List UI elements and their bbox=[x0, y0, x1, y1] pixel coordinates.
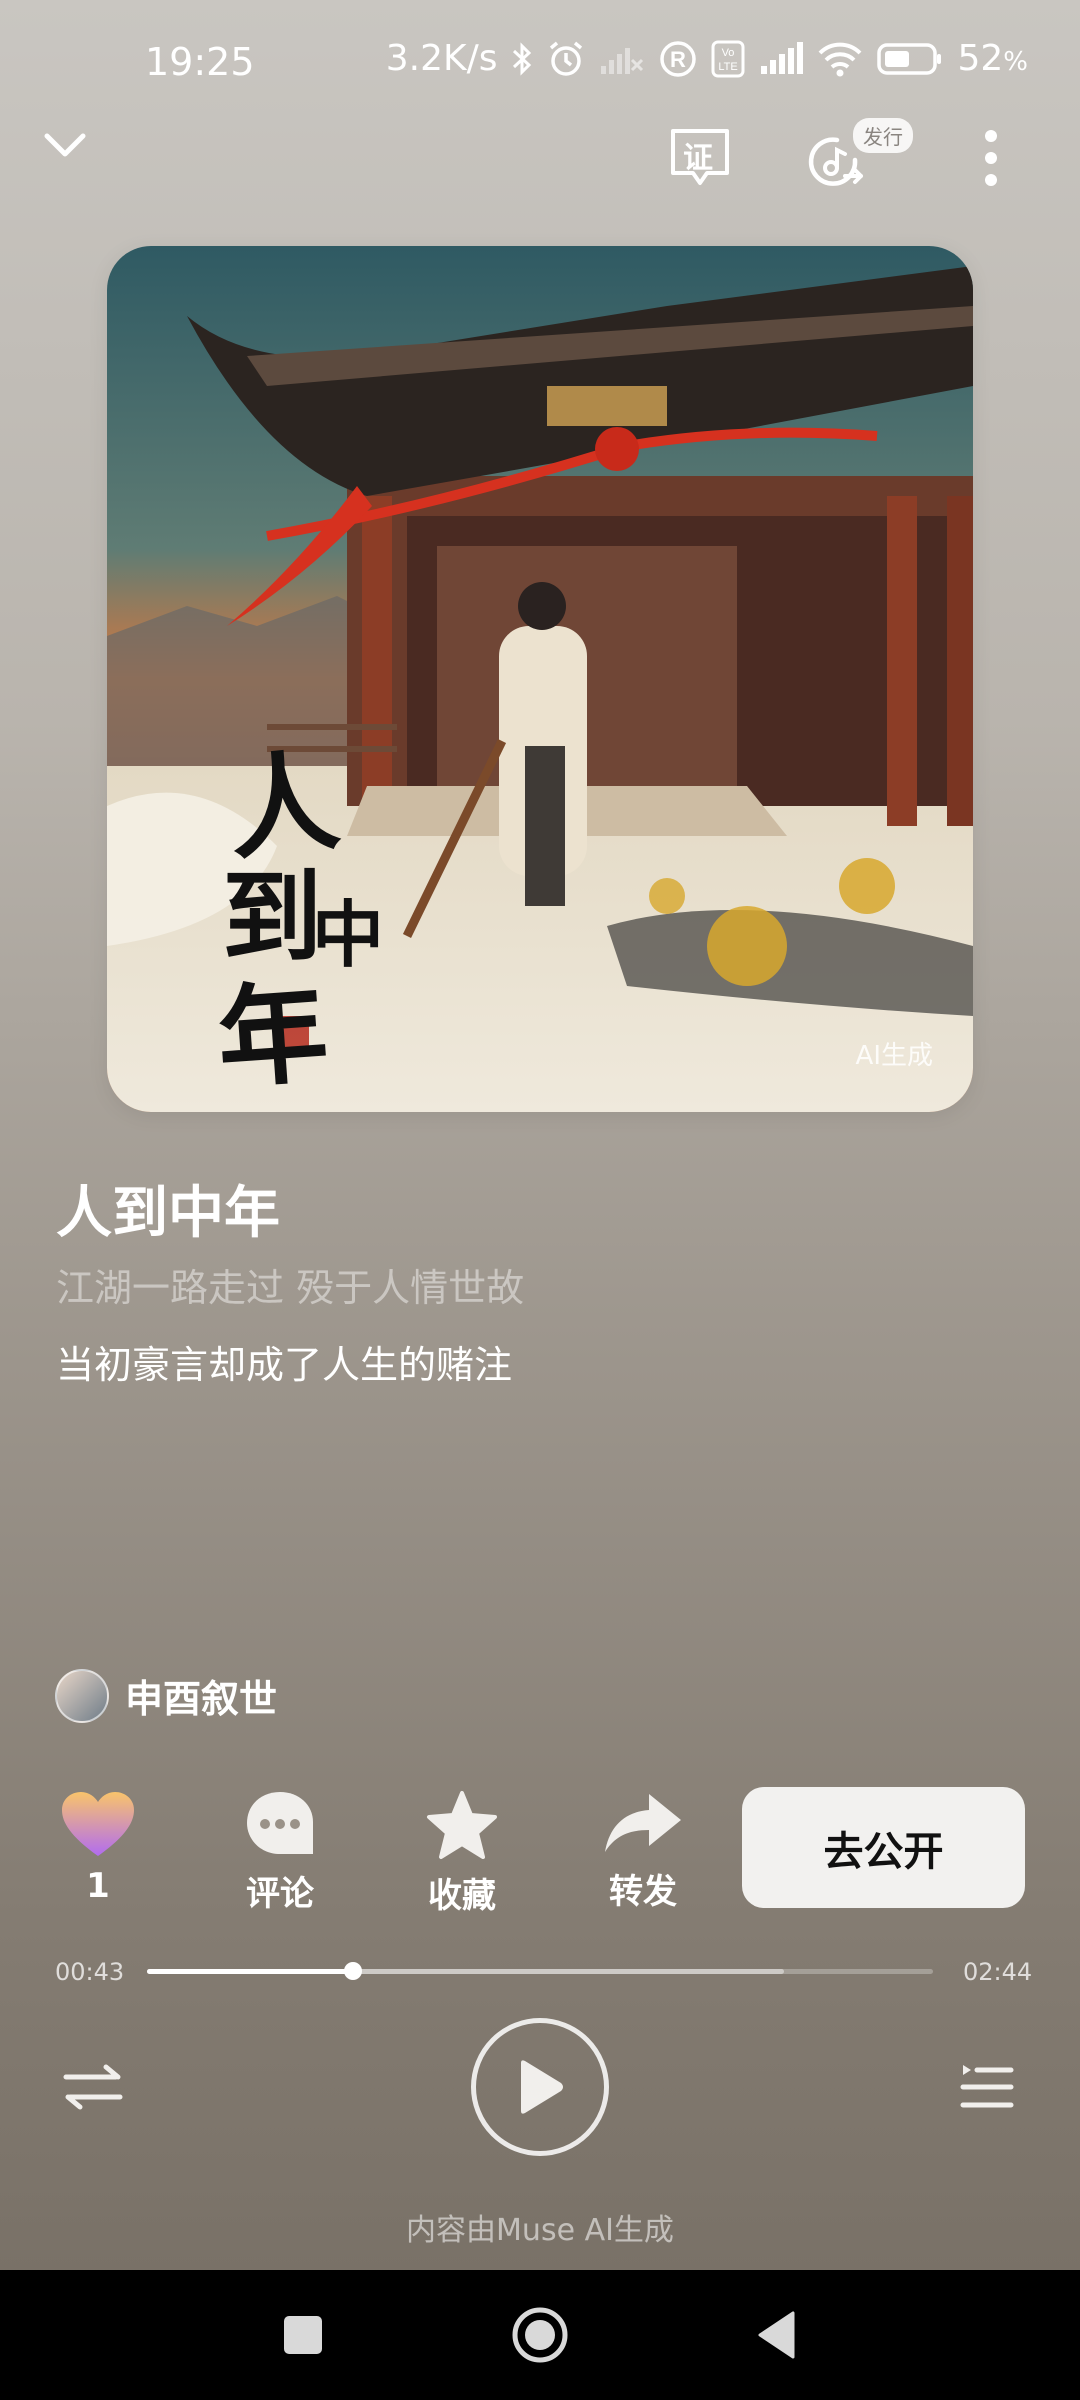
heart-icon bbox=[62, 1792, 134, 1856]
current-time: 00:43 bbox=[55, 1958, 125, 1986]
certificate-button[interactable]: 证 bbox=[667, 123, 733, 189]
like-count: 1 bbox=[86, 1866, 110, 1906]
playlist-button[interactable] bbox=[957, 2057, 1017, 2117]
publish-button[interactable]: 去公开 bbox=[742, 1787, 1025, 1908]
total-time: 02:44 bbox=[963, 1958, 1033, 1986]
bluetooth-icon bbox=[511, 41, 533, 77]
author-profile[interactable]: 申酉叙世 bbox=[55, 1668, 277, 1723]
home-circle-icon bbox=[512, 2307, 568, 2363]
volte-icon: Vo LTE bbox=[711, 40, 745, 78]
played-bar bbox=[147, 1969, 353, 1974]
no-signal-icon bbox=[599, 42, 645, 76]
wifi-icon bbox=[817, 41, 863, 77]
share-arrow-icon bbox=[605, 1794, 681, 1852]
comment-icon bbox=[247, 1792, 313, 1854]
share-button[interactable]: 转发 bbox=[583, 1790, 703, 1913]
signal-icon bbox=[759, 41, 804, 76]
home-button[interactable] bbox=[480, 2270, 600, 2400]
release-badge: 发行 bbox=[853, 118, 913, 153]
status-bar: 19:25 3.2K/s R Vo LTE 52% bbox=[0, 0, 1080, 120]
certificate-label: 证 bbox=[683, 141, 713, 176]
repeat-mode-button[interactable] bbox=[60, 2057, 126, 2117]
lyric-previous-line[interactable]: 江湖一路走过 殁于人情世故 bbox=[56, 1257, 524, 1312]
cover-title-char-4: 年 bbox=[213, 967, 333, 1104]
collect-label: 收藏 bbox=[428, 1876, 496, 1916]
back-triangle-icon bbox=[758, 2311, 795, 2359]
net-speed: 3.2K/s bbox=[385, 38, 498, 79]
chevron-down-icon bbox=[44, 133, 86, 157]
release-button[interactable]: 发行 bbox=[803, 118, 913, 196]
alarm-icon bbox=[547, 40, 585, 78]
registered-icon: R bbox=[659, 40, 697, 78]
svg-text:LTE: LTE bbox=[719, 61, 738, 73]
collect-button[interactable]: 收藏 bbox=[402, 1790, 522, 1917]
share-label: 转发 bbox=[609, 1872, 677, 1912]
comment-label: 评论 bbox=[246, 1874, 314, 1914]
playlist-icon bbox=[960, 2065, 1014, 2108]
progress-thumb[interactable] bbox=[343, 1962, 362, 1980]
play-button[interactable] bbox=[471, 2018, 609, 2156]
song-title: 人到中年 bbox=[56, 1181, 280, 1246]
more-options-button[interactable] bbox=[966, 118, 1016, 198]
like-button[interactable]: 1 bbox=[38, 1790, 158, 1906]
recent-apps-button[interactable] bbox=[243, 2270, 363, 2400]
ai-generated-label: AI生成 bbox=[855, 1041, 933, 1071]
author-name[interactable]: 申酉叙世 bbox=[125, 1668, 277, 1723]
progress-slider[interactable] bbox=[147, 1962, 933, 1980]
back-button[interactable] bbox=[717, 2270, 837, 2400]
svg-text:R: R bbox=[671, 47, 687, 72]
play-icon bbox=[521, 2060, 563, 2114]
square-icon bbox=[284, 2316, 322, 2354]
album-cover: 人 到 中 年 AI生成 bbox=[107, 246, 973, 1112]
status-time: 19:25 bbox=[145, 40, 255, 84]
repeat-icon bbox=[63, 2064, 123, 2110]
avatar[interactable] bbox=[55, 1668, 109, 1723]
star-icon bbox=[427, 1791, 497, 1859]
ai-disclaimer: 内容由Muse AI生成 bbox=[406, 2213, 674, 2248]
more-vertical-icon bbox=[985, 130, 997, 186]
lyric-current-line[interactable]: 当初豪言却成了人生的赌注 bbox=[56, 1334, 512, 1389]
svg-text:Vo: Vo bbox=[722, 47, 735, 59]
battery-percent: 52% bbox=[957, 38, 1028, 79]
comment-button[interactable]: 评论 bbox=[220, 1790, 340, 1915]
collapse-button[interactable] bbox=[40, 120, 90, 170]
battery-icon bbox=[877, 42, 943, 76]
system-nav-bar bbox=[0, 2270, 1080, 2400]
status-icons: 3.2K/s R Vo LTE 52% bbox=[386, 38, 1028, 79]
